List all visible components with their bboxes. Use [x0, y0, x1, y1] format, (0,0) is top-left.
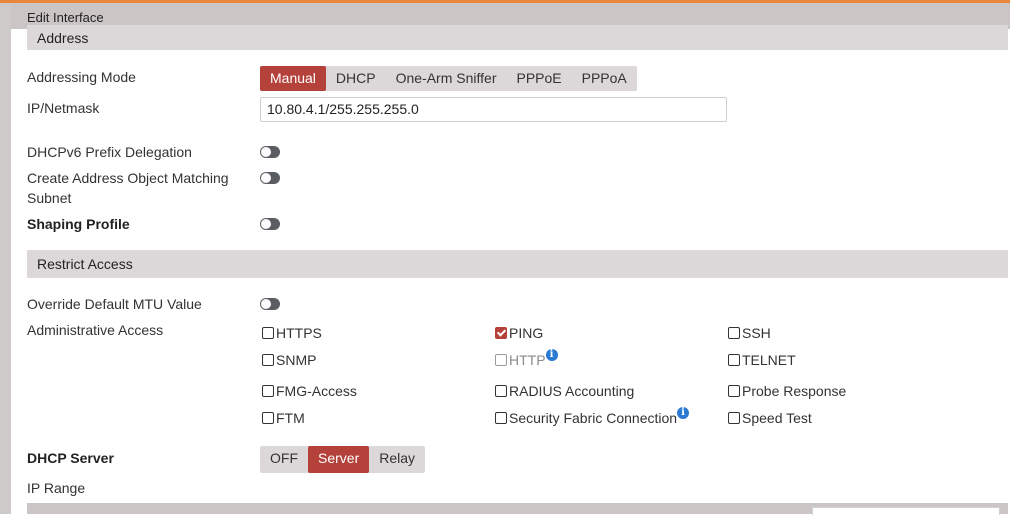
dhcp-server-mode-selector: OFF Server Relay [260, 446, 426, 473]
admin-access-fmg-access[interactable]: FMG-Access [262, 382, 357, 400]
ip-netmask-input[interactable]: 10.80.4.1/255.255.255.0 [260, 97, 727, 122]
telnet-checkbox[interactable] [728, 354, 740, 366]
admin-access-radius-accounting[interactable]: RADIUS Accounting [495, 382, 634, 400]
http-info-icon[interactable]: i [545, 349, 558, 361]
snmp-label: SNMP [276, 352, 317, 368]
speed-test-checkbox[interactable] [728, 412, 740, 424]
create-address-object-toggle[interactable] [260, 172, 280, 184]
addressing-mode-label: Addressing Mode [27, 69, 136, 85]
security-fabric-label: Security Fabric Connection [509, 410, 678, 426]
left-panel-edge [0, 3, 11, 514]
dhcp-mode-relay[interactable]: Relay [369, 446, 425, 473]
addressing-mode-one-arm-sniffer[interactable]: One-Arm Sniffer [386, 66, 507, 91]
addressing-mode-dhcp[interactable]: DHCP [326, 66, 386, 91]
https-label: HTTPS [276, 325, 322, 341]
admin-access-security-fabric[interactable]: Security Fabric Connection i [495, 407, 690, 427]
addressing-mode-pppoa[interactable]: PPPoA [572, 66, 637, 91]
admin-access-http: HTTP i [495, 349, 558, 369]
addressing-mode-pppoe[interactable]: PPPoE [506, 66, 571, 91]
ssh-label: SSH [742, 325, 771, 341]
dhcp-server-label: DHCP Server [27, 450, 114, 466]
section-header-address[interactable]: Address [27, 25, 1008, 50]
section-header-restrict-access[interactable]: Restrict Access [27, 250, 1008, 278]
override-mtu-toggle[interactable] [260, 298, 280, 310]
fmg-access-label: FMG-Access [276, 383, 357, 399]
admin-access-ssh[interactable]: SSH [728, 324, 771, 342]
create-address-object-label-line1: Create Address Object Matching [27, 170, 229, 186]
probe-response-checkbox[interactable] [728, 385, 740, 397]
snmp-checkbox[interactable] [262, 354, 274, 366]
ip-range-label: IP Range [27, 480, 86, 496]
admin-access-probe-response[interactable]: Probe Response [728, 382, 846, 400]
http-checkbox [495, 354, 507, 366]
ftm-label: FTM [276, 410, 305, 426]
ftm-checkbox[interactable] [262, 412, 274, 424]
radius-accounting-label: RADIUS Accounting [509, 383, 635, 399]
speed-test-label: Speed Test [742, 410, 812, 426]
shaping-profile-toggle[interactable] [260, 218, 280, 230]
admin-access-telnet[interactable]: TELNET [728, 351, 796, 369]
addressing-mode-selector: Manual DHCP One-Arm Sniffer PPPoE PPPoA [260, 66, 637, 91]
ssh-checkbox[interactable] [728, 327, 740, 339]
addressing-mode-manual[interactable]: Manual [260, 66, 326, 91]
http-label: HTTP [509, 352, 546, 368]
security-fabric-checkbox[interactable] [495, 412, 507, 424]
admin-access-speed-test[interactable]: Speed Test [728, 409, 812, 427]
radius-accounting-checkbox[interactable] [495, 385, 507, 397]
shaping-profile-label: Shaping Profile [27, 216, 130, 232]
override-mtu-label: Override Default MTU Value [27, 296, 202, 312]
dhcpv6-prefix-delegation-label: DHCPv6 Prefix Delegation [27, 144, 192, 160]
create-address-object-label: Create Address Object Matching Subnet [27, 168, 229, 208]
administrative-access-label: Administrative Access [27, 322, 164, 338]
admin-access-snmp[interactable]: SNMP [262, 351, 316, 369]
create-address-object-label-line2: Subnet [27, 190, 72, 206]
admin-access-https[interactable]: HTTPS [262, 324, 322, 342]
ping-label: PING [509, 325, 544, 341]
dhcp-mode-off[interactable]: OFF [260, 446, 308, 473]
fmg-access-checkbox[interactable] [262, 385, 274, 397]
dhcpv6-prefix-delegation-toggle[interactable] [260, 146, 280, 158]
ping-checkbox[interactable] [495, 327, 507, 339]
https-checkbox[interactable] [262, 327, 274, 339]
admin-access-ftm[interactable]: FTM [262, 409, 305, 427]
dhcp-mode-server[interactable]: Server [308, 446, 370, 473]
security-fabric-info-icon[interactable]: i [677, 407, 690, 419]
probe-response-label: Probe Response [742, 383, 847, 399]
telnet-label: TELNET [742, 352, 796, 368]
ip-netmask-label: IP/Netmask [27, 100, 100, 116]
admin-access-ping[interactable]: PING [495, 324, 543, 342]
